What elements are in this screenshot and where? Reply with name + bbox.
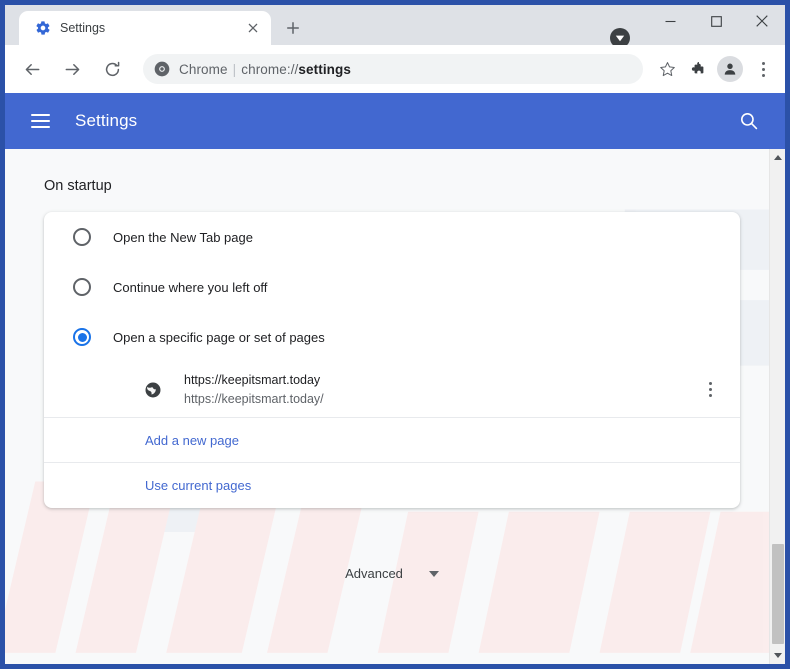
- plus-icon: [287, 22, 299, 34]
- kebab-menu-icon: [761, 61, 765, 77]
- scrollbar-thumb[interactable]: [772, 544, 784, 644]
- bookmark-star-button[interactable]: [653, 55, 681, 83]
- close-icon: [756, 15, 768, 27]
- radio-inner-dot: [77, 332, 87, 342]
- close-icon: [248, 23, 258, 33]
- dot: [761, 67, 765, 71]
- dot: [761, 61, 765, 65]
- person-icon: [724, 63, 736, 75]
- globe-icon: [145, 382, 161, 397]
- omnibox-separator: |: [232, 61, 237, 77]
- new-tab-button[interactable]: [279, 14, 307, 42]
- triangle-up-icon: [774, 155, 782, 160]
- search-icon: [740, 112, 758, 130]
- minimize-button[interactable]: [647, 5, 693, 37]
- radio-label: Continue where you left off: [113, 279, 268, 295]
- settings-scroll-container: On startup Open the New Tab page Continu…: [5, 149, 779, 664]
- radio-icon: [73, 228, 91, 246]
- gear-icon: [36, 21, 50, 35]
- hamburger-bar: [31, 114, 50, 116]
- reload-button[interactable]: [96, 53, 128, 85]
- scroll-down-button[interactable]: [770, 647, 785, 664]
- add-a-new-page-row[interactable]: Add a new page: [44, 418, 740, 463]
- extensions-button[interactable]: [683, 55, 711, 83]
- reload-icon: [105, 61, 119, 76]
- startup-page-texts: https://keepitsmart.today https://keepit…: [184, 372, 696, 408]
- browser-window-inner: Settings Chrome | chrome://settings Sett…: [5, 5, 785, 664]
- address-bar-text: Chrome | chrome://settings: [179, 62, 631, 77]
- settings-content-area: On startup Open the New Tab page Continu…: [5, 149, 785, 664]
- puzzle-piece-icon: [691, 61, 704, 74]
- startup-page-title: https://keepitsmart.today: [184, 372, 321, 387]
- arrow-right-icon: [65, 63, 79, 75]
- settings-header: Settings: [5, 93, 785, 149]
- browser-toolbar: Chrome | chrome://settings: [5, 45, 785, 93]
- chrome-icon: [154, 61, 170, 77]
- scroll-up-button[interactable]: [770, 149, 785, 166]
- startup-page-url: https://keepitsmart.today/: [184, 391, 324, 406]
- dot: [708, 388, 712, 391]
- profile-avatar-button[interactable]: [717, 56, 743, 82]
- tab-strip: Settings: [5, 5, 785, 48]
- radio-option-continue-where-left-off[interactable]: Continue where you left off: [44, 262, 740, 312]
- arrow-left-icon: [25, 63, 39, 75]
- minimize-icon: [665, 20, 675, 22]
- tab-settings[interactable]: Settings: [19, 11, 271, 45]
- use-current-pages-row[interactable]: Use current pages: [44, 463, 740, 508]
- close-window-button[interactable]: [739, 5, 785, 37]
- advanced-toggle[interactable]: Advanced: [44, 566, 740, 581]
- on-startup-card: Open the New Tab page Continue where you…: [44, 212, 740, 508]
- hamburger-bar: [31, 126, 50, 128]
- radio-icon: [73, 278, 91, 296]
- radio-icon-selected: [73, 328, 91, 346]
- hamburger-menu-icon[interactable]: [31, 109, 55, 133]
- back-button[interactable]: [16, 53, 48, 85]
- maximize-icon: [710, 15, 722, 27]
- star-icon: [659, 61, 675, 76]
- radio-label: Open a specific page or set of pages: [113, 329, 325, 345]
- dot: [708, 382, 712, 385]
- address-bar[interactable]: Chrome | chrome://settings: [143, 54, 643, 84]
- hamburger-bar: [31, 120, 50, 122]
- browser-window: Settings Chrome | chrome://settings Sett…: [0, 0, 790, 669]
- settings-search-button[interactable]: [735, 107, 763, 135]
- startup-page-more-button[interactable]: [696, 376, 724, 404]
- use-current-pages-link[interactable]: Use current pages: [145, 478, 251, 493]
- startup-page-row[interactable]: https://keepitsmart.today https://keepit…: [44, 362, 740, 418]
- kebab-menu-icon: [708, 382, 712, 397]
- browser-menu-button[interactable]: [749, 55, 777, 83]
- maximize-button[interactable]: [693, 5, 739, 37]
- radio-option-new-tab-page[interactable]: Open the New Tab page: [44, 212, 740, 262]
- omnibox-url-prefix: chrome://: [241, 61, 299, 77]
- radio-label: Open the New Tab page: [113, 229, 253, 245]
- chevron-down-icon: [428, 570, 439, 577]
- add-a-new-page-link[interactable]: Add a new page: [145, 433, 239, 448]
- forward-button[interactable]: [56, 53, 88, 85]
- tab-close-button[interactable]: [243, 18, 263, 38]
- omnibox-url-emphasis: settings: [298, 61, 351, 77]
- vertical-scrollbar[interactable]: [769, 149, 785, 664]
- dot: [708, 394, 712, 397]
- page-title: Settings: [75, 111, 138, 130]
- radio-option-specific-pages[interactable]: Open a specific page or set of pages: [44, 312, 740, 362]
- tab-title: Settings: [60, 21, 106, 35]
- advanced-label: Advanced: [345, 566, 403, 581]
- section-title-on-startup: On startup: [44, 178, 112, 194]
- window-controls: [647, 5, 785, 37]
- omnibox-site-label: Chrome: [179, 61, 228, 77]
- dot: [761, 73, 765, 77]
- triangle-down-icon: [774, 653, 782, 658]
